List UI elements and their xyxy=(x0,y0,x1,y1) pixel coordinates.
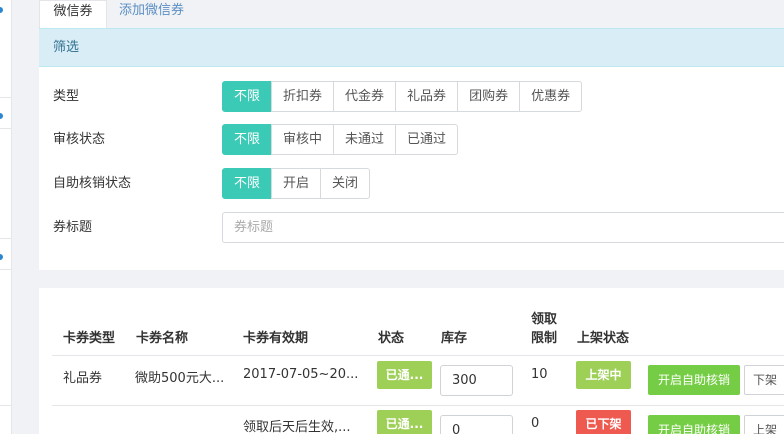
header-stock: 库存 xyxy=(441,331,468,346)
selfcheck-option-group: 不限 开启 关闭 xyxy=(222,168,371,199)
sidebar-divider xyxy=(0,405,12,406)
enable-selfcheck-button[interactable]: 开启自助核销 xyxy=(648,415,741,434)
sidebar-divider xyxy=(0,97,12,98)
coupon-table: 卡券类型 卡券名称 卡券有效期 状态 库存 领取 限制 上架状态 礼品券 微助5… xyxy=(39,288,784,434)
row-status-badge: 已通... xyxy=(377,361,432,389)
filter-type-label: 类型 xyxy=(53,89,80,104)
filter-row-selfcheck: 自助核销状态 不限 开启 关闭 xyxy=(39,168,784,199)
header-status: 状态 xyxy=(378,331,405,346)
nav-dot-icon xyxy=(0,113,3,119)
header-validity: 卡券有效期 xyxy=(243,331,309,346)
left-sidebar-edge xyxy=(0,0,12,434)
audit-option-group: 不限 审核中 未通过 已通过 xyxy=(222,124,459,155)
filter-title-label: 券标题 xyxy=(53,220,93,235)
header-limit-line2: 限制 xyxy=(531,331,558,346)
coupon-title-input[interactable] xyxy=(222,212,784,243)
tab-add-wechat-coupon[interactable]: 添加微信券 xyxy=(119,0,184,28)
selfcheck-option-on[interactable]: 开启 xyxy=(271,168,322,199)
header-coupon-type: 卡券类型 xyxy=(63,331,116,346)
type-option-discount[interactable]: 折扣券 xyxy=(271,81,335,112)
audit-option-unlimited[interactable]: 不限 xyxy=(222,124,273,155)
type-option-general[interactable]: 优惠券 xyxy=(519,81,583,112)
sidebar-divider xyxy=(0,269,12,270)
nav-dot-icon xyxy=(0,7,3,13)
audit-option-approved[interactable]: 已通过 xyxy=(395,124,459,155)
type-option-unlimited[interactable]: 不限 xyxy=(222,81,273,112)
type-option-gift[interactable]: 礼品券 xyxy=(395,81,459,112)
header-divider xyxy=(52,355,784,356)
type-option-cash[interactable]: 代金券 xyxy=(333,81,397,112)
enable-selfcheck-button[interactable]: 开启自助核销 xyxy=(648,365,741,395)
type-option-groupon[interactable]: 团购券 xyxy=(457,81,521,112)
row-shelf-badge: 上架中 xyxy=(576,361,631,389)
unshelf-button[interactable]: 下架 xyxy=(744,365,784,395)
nav-dot-icon xyxy=(0,254,3,260)
row-validity: 2017-07-05~20... xyxy=(243,367,359,382)
row-type: 礼品券 xyxy=(63,371,103,386)
shelf-button[interactable]: 上架 xyxy=(744,415,784,434)
row-name: 微助500元大... xyxy=(135,371,225,386)
filter-row-type: 类型 不限 折扣券 代金券 礼品券 团购券 优惠券 xyxy=(39,81,784,112)
row-limit: 10 xyxy=(531,367,548,382)
header-coupon-name: 卡券名称 xyxy=(136,331,189,346)
sidebar-divider xyxy=(0,128,12,129)
row-validity: 领取后天后生效,... xyxy=(243,420,351,434)
header-shelf-status: 上架状态 xyxy=(577,331,630,346)
audit-option-reviewing[interactable]: 审核中 xyxy=(271,124,335,155)
sidebar-divider xyxy=(0,238,12,239)
tab-wechat-coupons[interactable]: 微信券 xyxy=(39,0,107,28)
row-limit: 0 xyxy=(531,416,540,431)
selfcheck-option-off[interactable]: 关闭 xyxy=(320,168,371,199)
filter-panel: 筛选 类型 不限 折扣券 代金券 礼品券 团购券 优惠券 审核状态 不限 审核中… xyxy=(39,28,784,270)
row-stock-input[interactable] xyxy=(440,415,513,434)
row-status-badge: 已通... xyxy=(377,410,432,434)
type-option-group: 不限 折扣券 代金券 礼品券 团购券 优惠券 xyxy=(222,81,583,112)
row-divider xyxy=(52,405,784,406)
tab-bar: 微信券 添加微信券 xyxy=(39,0,784,28)
selfcheck-option-unlimited[interactable]: 不限 xyxy=(222,168,273,199)
filter-row-title: 券标题 xyxy=(39,212,784,243)
filter-header: 筛选 xyxy=(39,28,784,67)
header-limit-line1: 领取 xyxy=(531,312,558,327)
filter-row-audit: 审核状态 不限 审核中 未通过 已通过 xyxy=(39,124,784,155)
audit-option-rejected[interactable]: 未通过 xyxy=(333,124,397,155)
row-shelf-badge: 已下架 xyxy=(576,410,631,434)
row-stock-input[interactable] xyxy=(440,365,513,396)
filter-audit-label: 审核状态 xyxy=(53,132,106,147)
filter-selfcheck-label: 自助核销状态 xyxy=(53,176,132,191)
